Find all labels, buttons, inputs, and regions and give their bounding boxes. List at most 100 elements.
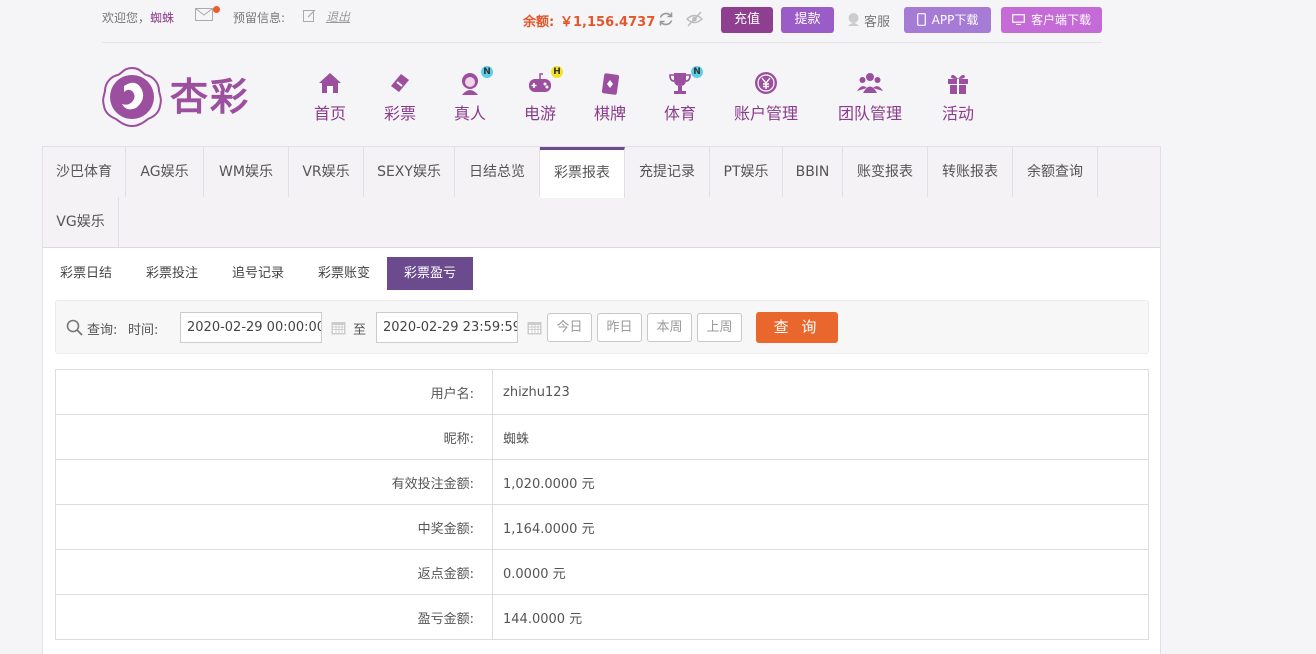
tab-vg[interactable]: VG娱乐 bbox=[43, 197, 119, 247]
end-time-input[interactable] bbox=[376, 312, 518, 343]
nav-account-label: 账户管理 bbox=[734, 104, 799, 123]
live-dealer-icon: N bbox=[457, 66, 493, 96]
subtab-lottery-daily[interactable]: 彩票日结 bbox=[43, 257, 129, 290]
row-value: zhizhu123 bbox=[492, 369, 1149, 415]
new-badge: N bbox=[691, 66, 703, 78]
tab-wm[interactable]: WM娱乐 bbox=[204, 147, 289, 197]
tab-lottery-report[interactable]: 彩票报表 bbox=[540, 147, 625, 198]
mail-icon[interactable] bbox=[195, 8, 213, 21]
home-icon bbox=[319, 73, 341, 93]
tab-daily-overview[interactable]: 日结总览 bbox=[455, 147, 540, 197]
nav-activity[interactable]: 活动 bbox=[942, 70, 974, 124]
tab-deposit-withdraw[interactable]: 充提记录 bbox=[625, 147, 710, 197]
row-value: 0.0000 元 bbox=[492, 549, 1149, 595]
nav-lottery[interactable]: 彩票 bbox=[384, 70, 416, 124]
table-row: 盈亏金额: 144.0000 元 bbox=[55, 594, 1149, 640]
nav-home-label: 首页 bbox=[314, 104, 347, 123]
tab-transfer-report[interactable]: 转账报表 bbox=[928, 147, 1013, 197]
gamepad-icon: H bbox=[527, 66, 563, 96]
row-value: 1,020.0000 元 bbox=[492, 459, 1149, 505]
subtab-lottery-profit-loss[interactable]: 彩票盈亏 bbox=[387, 257, 473, 290]
query-label: 查询: bbox=[87, 323, 118, 338]
refresh-icon[interactable] bbox=[658, 11, 674, 27]
search-icon bbox=[66, 319, 83, 336]
profit-loss-table: 用户名: zhizhu123 昵称: 蜘蛛 有效投注金额: 1,020.0000 元 … bbox=[55, 369, 1149, 640]
nav-home[interactable]: 首页 bbox=[314, 70, 346, 124]
nav-team-label: 团队管理 bbox=[838, 104, 903, 123]
username[interactable]: 蜘蛛 bbox=[150, 11, 174, 25]
app-download-label: APP下载 bbox=[931, 13, 979, 27]
nav-activity-label: 活动 bbox=[942, 104, 975, 123]
new-badge: N bbox=[481, 66, 493, 78]
start-time-input[interactable] bbox=[180, 312, 322, 343]
lottery-icon bbox=[391, 74, 409, 92]
edit-icon[interactable] bbox=[303, 9, 316, 22]
logout-link[interactable]: 退出 bbox=[326, 8, 350, 25]
calendar-icon[interactable] bbox=[527, 320, 542, 335]
subtab-lottery-account-change[interactable]: 彩票账变 bbox=[301, 257, 387, 290]
hot-badge: H bbox=[551, 66, 563, 78]
tab-sexy[interactable]: SEXY娱乐 bbox=[364, 147, 455, 197]
tab-balance-query[interactable]: 余额查询 bbox=[1013, 147, 1098, 197]
recharge-button[interactable]: 充值 bbox=[721, 7, 773, 33]
nav-cards-label: 棋牌 bbox=[594, 104, 627, 123]
subtab-chase-records[interactable]: 追号记录 bbox=[215, 257, 301, 290]
report-tabs: 沙巴体育 AG娱乐 WM娱乐 VR娱乐 SEXY娱乐 日结总览 彩票报表 充提记… bbox=[43, 147, 1160, 248]
tab-shaba-sports[interactable]: 沙巴体育 bbox=[43, 147, 126, 197]
nav-egame[interactable]: H 电游 bbox=[524, 66, 563, 124]
team-icon bbox=[857, 73, 883, 93]
app-download-button[interactable]: APP下载 bbox=[904, 7, 991, 33]
subtab-lottery-bets[interactable]: 彩票投注 bbox=[129, 257, 215, 290]
tab-vr[interactable]: VR娱乐 bbox=[289, 147, 364, 197]
trophy-icon: N bbox=[667, 66, 703, 96]
last-week-button[interactable]: 上周 bbox=[697, 313, 742, 342]
table-row: 有效投注金额: 1,020.0000 元 bbox=[55, 459, 1149, 505]
row-label: 盈亏金额: bbox=[55, 594, 493, 640]
tab-account-change[interactable]: 账变报表 bbox=[843, 147, 928, 197]
site-logo[interactable]: 杏彩 bbox=[102, 66, 254, 128]
welcome-text: 欢迎您，蜘蛛 bbox=[102, 11, 175, 25]
nav-account[interactable]: 账户管理 bbox=[734, 70, 798, 124]
row-label: 返点金额: bbox=[55, 549, 493, 595]
hide-balance-icon[interactable] bbox=[686, 11, 703, 27]
row-label: 有效投注金额: bbox=[55, 459, 493, 505]
to-label: 至 bbox=[353, 323, 367, 338]
nav-live-label: 真人 bbox=[454, 104, 487, 123]
nav-egame-label: 电游 bbox=[524, 104, 557, 123]
row-label: 用户名: bbox=[55, 369, 493, 415]
row-label: 中奖金额: bbox=[55, 504, 493, 550]
nav-team[interactable]: 团队管理 bbox=[838, 70, 902, 124]
top-bar: 欢迎您，蜘蛛 预留信息: 退出 余额: ￥1,156.4737 充值 提款 客服… bbox=[102, 0, 1102, 43]
svg-text:杏彩: 杏彩 bbox=[170, 75, 250, 119]
row-value: 蜘蛛 bbox=[492, 414, 1149, 460]
table-row: 中奖金额: 1,164.0000 元 bbox=[55, 504, 1149, 550]
client-download-button[interactable]: 客户端下载 bbox=[1001, 7, 1102, 33]
calendar-icon[interactable] bbox=[331, 320, 346, 335]
search-bar: 查询: 时间: 至 今日 昨日 本周 上周 查 询 bbox=[55, 300, 1149, 354]
withdraw-button[interactable]: 提款 bbox=[781, 7, 834, 33]
nav-live[interactable]: N 真人 bbox=[454, 66, 493, 124]
gift-icon bbox=[948, 74, 968, 94]
row-label: 昵称: bbox=[55, 414, 493, 460]
customer-service-icon[interactable] bbox=[846, 12, 861, 27]
tab-bbin[interactable]: BBIN bbox=[783, 147, 843, 197]
tab-ag[interactable]: AG娱乐 bbox=[126, 147, 204, 197]
this-week-button[interactable]: 本周 bbox=[647, 313, 692, 342]
query-button[interactable]: 查 询 bbox=[756, 312, 838, 343]
yesterday-button[interactable]: 昨日 bbox=[597, 313, 642, 342]
today-button[interactable]: 今日 bbox=[547, 313, 592, 342]
table-row: 返点金额: 0.0000 元 bbox=[55, 549, 1149, 595]
monitor-icon bbox=[1012, 14, 1025, 26]
customer-service-link[interactable]: 客服 bbox=[864, 11, 890, 30]
client-download-label: 客户端下载 bbox=[1030, 13, 1091, 27]
nav-lottery-label: 彩票 bbox=[384, 104, 417, 123]
balance-label: 余额: bbox=[523, 15, 555, 30]
reserve-info-label: 预留信息: bbox=[233, 11, 286, 25]
nav-sports-label: 体育 bbox=[664, 104, 697, 123]
balance-value: ￥1,156.4737 bbox=[560, 15, 656, 30]
nav-sports[interactable]: N 体育 bbox=[664, 66, 703, 124]
nav-cards[interactable]: 棋牌 bbox=[594, 70, 626, 124]
main-panel: 沙巴体育 AG娱乐 WM娱乐 VR娱乐 SEXY娱乐 日结总览 彩票报表 充提记… bbox=[42, 146, 1161, 654]
tab-pt[interactable]: PT娱乐 bbox=[710, 147, 783, 197]
time-label: 时间: bbox=[128, 323, 159, 338]
